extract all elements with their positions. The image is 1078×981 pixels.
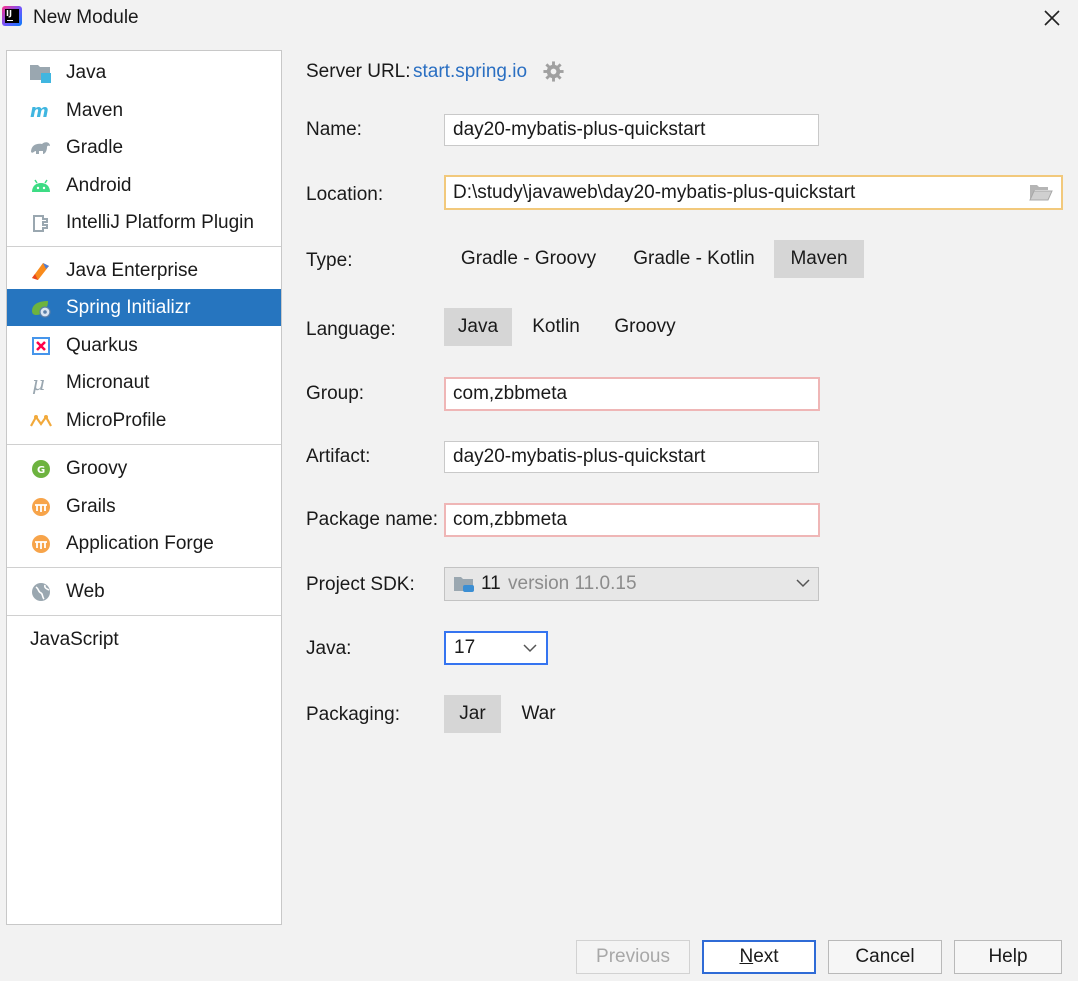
java-version-value: 17 (454, 637, 476, 658)
type-option-maven[interactable]: Maven (774, 240, 864, 278)
location-value: D:\study\javaweb\day20-mybatis-plus-quic… (453, 182, 856, 203)
sidebar-item-java[interactable]: Java (7, 54, 281, 91)
application-forge-icon (29, 533, 53, 555)
type-label: Type: (306, 250, 353, 271)
chevron-down-icon (523, 644, 537, 653)
packaging-option-war[interactable]: War (512, 695, 565, 733)
sidebar-item-label: Grails (66, 495, 116, 517)
sidebar-item-web[interactable]: Web (7, 573, 281, 610)
sidebar-item-javascript[interactable]: JavaScript (7, 621, 281, 658)
java-label: Java: (306, 638, 352, 659)
sidebar-item-grails[interactable]: Grails (7, 488, 281, 525)
artifact-field[interactable]: day20-mybatis-plus-quickstart (444, 441, 819, 473)
intellij-logo-icon: IJ (2, 6, 22, 26)
sidebar-item-intellij-platform-plugin[interactable]: IntelliJ Platform Plugin (7, 204, 281, 241)
next-label: ext (753, 946, 779, 967)
sidebar-item-label: Android (66, 174, 132, 196)
next-button[interactable]: Next (702, 940, 816, 974)
sidebar-item-quarkus[interactable]: Quarkus (7, 327, 281, 364)
close-icon[interactable] (1040, 6, 1064, 30)
gear-icon[interactable] (542, 60, 565, 83)
project-sdk-number: 11 (481, 573, 501, 594)
sidebar-item-android[interactable]: Android (7, 167, 281, 204)
svg-text:m: m (30, 101, 49, 122)
plugin-icon (29, 212, 53, 234)
language-option-kotlin[interactable]: Kotlin (521, 308, 591, 346)
project-sdk-label: Project SDK: (306, 574, 415, 595)
sidebar-item-microprofile[interactable]: MicroProfile (7, 402, 281, 439)
sidebar-item-label: Groovy (66, 457, 128, 479)
package-name-field[interactable]: com,zbbmeta (444, 503, 820, 537)
previous-button[interactable]: Previous (576, 940, 690, 974)
sidebar-item-label: Application Forge (66, 532, 214, 554)
android-icon (29, 175, 53, 197)
packaging-label: Packaging: (306, 704, 401, 725)
sidebar-item-gradle[interactable]: Gradle (7, 129, 281, 166)
sidebar-item-label: IntelliJ Platform Plugin (66, 211, 254, 233)
title-bar: IJ New Module (0, 0, 1078, 38)
java-version-select[interactable]: 17 (444, 631, 548, 665)
cancel-button[interactable]: Cancel (828, 940, 942, 974)
spring-icon (29, 297, 53, 319)
svg-text:μ: μ (32, 372, 45, 394)
maven-icon: m (29, 100, 53, 122)
name-label: Name: (306, 119, 362, 140)
sidebar-item-label: Quarkus (66, 334, 138, 356)
sidebar-item-application-forge[interactable]: Application Forge (7, 525, 281, 562)
language-option-java[interactable]: Java (444, 308, 512, 346)
sidebar-item-label: Maven (66, 99, 124, 121)
groovy-icon: G (29, 458, 53, 480)
chevron-down-icon (796, 579, 810, 588)
sidebar-item-java-enterprise[interactable]: Java Enterprise (7, 252, 281, 289)
help-button[interactable]: Help (954, 940, 1062, 974)
location-label: Location: (306, 184, 384, 205)
folder-open-icon[interactable] (1029, 182, 1053, 202)
sidebar-divider (7, 615, 281, 616)
group-field[interactable]: com,zbbmeta (444, 377, 820, 411)
group-label: Group: (306, 383, 365, 404)
sidebar-item-label: MicroProfile (66, 409, 167, 431)
server-url-label: Server URL: (306, 61, 411, 82)
micronaut-icon: μ (29, 372, 53, 394)
microprofile-icon (29, 410, 53, 432)
language-option-groovy[interactable]: Groovy (605, 308, 685, 346)
gradle-icon (29, 137, 53, 159)
sidebar-item-micronaut[interactable]: μ Micronaut (7, 364, 281, 401)
sidebar-item-maven[interactable]: m Maven (7, 92, 281, 129)
quarkus-icon (29, 335, 53, 357)
java-enterprise-icon (29, 260, 53, 282)
sidebar-item-groovy[interactable]: G Groovy (7, 450, 281, 487)
sidebar-item-spring-initializr[interactable]: Spring Initializr (7, 289, 281, 326)
package-name-label: Package name: (306, 509, 439, 530)
sidebar-divider (7, 444, 281, 445)
next-mnemonic: N (739, 946, 754, 967)
grails-icon (29, 496, 53, 518)
web-globe-icon (29, 581, 53, 603)
sidebar-divider (7, 567, 281, 568)
location-field[interactable]: D:\study\javaweb\day20-mybatis-plus-quic… (444, 175, 1063, 210)
server-url-link[interactable]: start.spring.io (413, 61, 527, 83)
packaging-option-jar[interactable]: Jar (444, 695, 501, 733)
type-option-gradle-groovy[interactable]: Gradle - Groovy (450, 240, 607, 278)
window-title: New Module (33, 7, 139, 28)
jdk-folder-icon (454, 577, 474, 592)
svg-text:G: G (37, 465, 45, 476)
sidebar-item-label: Java Enterprise (66, 259, 199, 281)
sidebar-item-label: Gradle (66, 136, 124, 158)
sidebar-item-label: JavaScript (30, 628, 119, 650)
name-field[interactable]: day20-mybatis-plus-quickstart (444, 114, 819, 146)
sidebar-item-label: Java (66, 61, 107, 83)
sidebar-item-label: Micronaut (66, 371, 150, 393)
project-sdk-version: version 11.0.15 (508, 573, 637, 594)
java-folder-icon (29, 62, 53, 84)
language-label: Language: (306, 319, 396, 340)
sidebar-item-label: Spring Initializr (66, 296, 191, 318)
sidebar-item-label: Web (66, 580, 105, 602)
sidebar-divider (7, 246, 281, 247)
project-sdk-combobox[interactable]: 11 version 11.0.15 (444, 567, 819, 601)
type-option-gradle-kotlin[interactable]: Gradle - Kotlin (622, 240, 766, 278)
artifact-label: Artifact: (306, 446, 371, 467)
generator-list: Java m Maven Gradle Android IntelliJ Pla… (6, 50, 282, 925)
